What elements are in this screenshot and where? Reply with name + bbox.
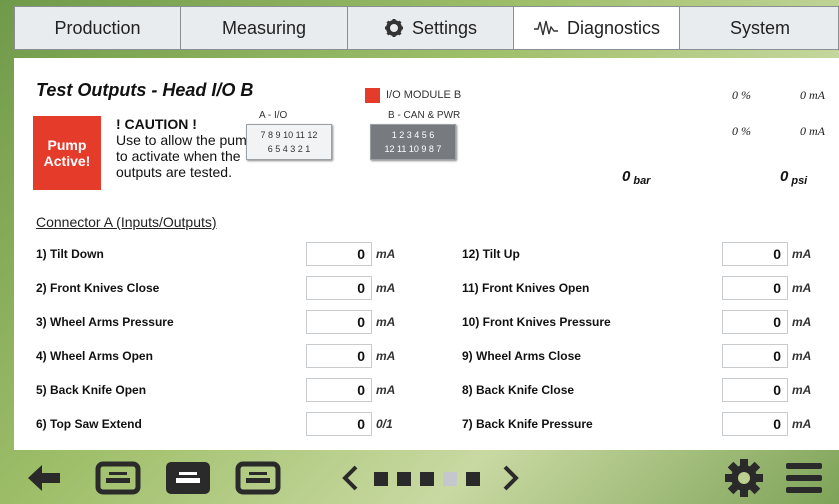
output-unit: mA	[792, 281, 812, 295]
connector-b-row: 1 2 3 4 5 6	[391, 130, 435, 140]
gear-icon	[384, 18, 404, 38]
output-unit: mA	[376, 247, 396, 261]
output-row-label: 3) Wheel Arms Pressure	[36, 315, 174, 329]
readout-percent-2: 0 %	[732, 124, 751, 138]
output-unit: mA	[792, 417, 812, 431]
pressure-psi-value: 0	[780, 168, 789, 185]
output-unit: 0/1	[376, 417, 393, 431]
tab-production[interactable]: Production	[15, 7, 181, 49]
output-row-label: 7) Back Knife Pressure	[462, 417, 593, 431]
readout-ma-2: 0 mA	[800, 124, 825, 138]
chevron-left-icon[interactable]	[339, 464, 361, 492]
output-value-field[interactable]: 0	[306, 378, 372, 402]
pump-active-button[interactable]: Pump Active!	[33, 116, 101, 190]
output-row-label: 9) Wheel Arms Close	[462, 349, 581, 363]
readout-percent-1: 0 %	[732, 88, 751, 102]
panel-3-icon[interactable]	[234, 460, 282, 496]
tab-label: Diagnostics	[566, 17, 661, 38]
output-row-label: 5) Back Knife Open	[36, 383, 147, 397]
tab-bar: Production Measuring Settings Diagnostic…	[14, 6, 839, 50]
output-row-label: 12) Tilt Up	[462, 247, 520, 261]
tab-label: Production	[54, 17, 141, 38]
tab-settings[interactable]: Settings	[348, 7, 514, 49]
tab-label: Settings	[411, 17, 478, 38]
connector-b-button[interactable]: 1 2 3 4 5 6 12 11 10 9 8 7	[370, 124, 456, 160]
readout-ma-1: 0 mA	[800, 88, 825, 102]
chevron-right-icon[interactable]	[500, 464, 522, 492]
group-a-label: A - I/O	[259, 110, 288, 121]
tab-measuring[interactable]: Measuring	[181, 7, 348, 49]
output-row-label: 11) Front Knives Open	[462, 281, 590, 295]
page-dot[interactable]	[420, 472, 434, 486]
connector-a-button[interactable]: 7 8 9 10 11 12 6 5 4 3 2 1	[246, 124, 332, 160]
output-value-field[interactable]: 0	[306, 310, 372, 334]
output-row-label: 4) Wheel Arms Open	[36, 349, 153, 363]
output-value-field[interactable]: 0	[722, 378, 788, 402]
panel-1-icon[interactable]	[94, 460, 142, 496]
connector-a-row: 6 5 4 3 2 1	[267, 144, 311, 154]
output-value-field[interactable]: 0	[722, 310, 788, 334]
tab-label: Measuring	[221, 17, 307, 38]
connector-header: Connector A (Inputs/Outputs)	[36, 214, 217, 230]
group-b-label: B - CAN & PWR	[388, 110, 461, 121]
tab-diagnostics[interactable]: Diagnostics	[514, 7, 680, 49]
page-title: Test Outputs - Head I/O B	[36, 80, 254, 100]
caution-line: Use to allow the pumps	[116, 132, 262, 148]
page-dot-active[interactable]	[443, 472, 457, 486]
output-unit: mA	[792, 247, 812, 261]
hamburger-menu-icon[interactable]	[784, 460, 824, 496]
output-row-label: 1) Tilt Down	[36, 247, 104, 261]
gear-icon[interactable]	[724, 458, 764, 498]
pressure-psi-unit: psi	[791, 175, 808, 187]
page-dot[interactable]	[466, 472, 480, 486]
output-value-field[interactable]: 0	[306, 412, 372, 436]
output-unit: mA	[376, 281, 396, 295]
tab-system[interactable]: System	[680, 7, 839, 49]
connector-a-row: 7 8 9 10 11 12	[260, 130, 318, 140]
page-dot[interactable]	[374, 472, 388, 486]
main-panel: Test Outputs - Head I/O B Pump Active! !…	[14, 58, 839, 450]
module-label: I/O MODULE B	[386, 89, 462, 101]
output-unit: mA	[792, 349, 812, 363]
pressure-bar-readout: 0 bar	[622, 168, 650, 187]
caution-line: outputs are tested.	[116, 164, 232, 180]
bottom-nav	[14, 452, 839, 504]
panel-2-icon[interactable]	[164, 460, 212, 496]
waveform-icon	[533, 19, 559, 37]
caution-line: to activate when the	[116, 148, 241, 164]
output-row-label: 8) Back Knife Close	[462, 383, 575, 397]
page-dot[interactable]	[397, 472, 411, 486]
pump-button-label: Pump Active!	[43, 137, 91, 169]
output-row-label: 2) Front Knives Close	[36, 281, 160, 295]
output-value-field[interactable]: 0	[722, 344, 788, 368]
output-value-field[interactable]: 0	[722, 412, 788, 436]
tab-label: System	[729, 17, 790, 38]
connector-b-row: 12 11 10 9 8 7	[384, 144, 442, 154]
output-row-label: 6) Top Saw Extend	[36, 417, 142, 431]
output-unit: mA	[376, 349, 396, 363]
pressure-bar-unit: bar	[633, 175, 651, 187]
module-indicator	[365, 88, 380, 103]
output-unit: mA	[376, 383, 396, 397]
pressure-bar-value: 0	[622, 168, 631, 185]
output-unit: mA	[792, 315, 812, 329]
output-value-field[interactable]: 0	[306, 344, 372, 368]
output-value-field[interactable]: 0	[722, 276, 788, 300]
pressure-psi-readout: 0 psi	[780, 168, 807, 187]
output-value-field[interactable]: 0	[306, 276, 372, 300]
caution-heading: ! CAUTION !	[116, 116, 197, 132]
output-value-field[interactable]: 0	[306, 242, 372, 266]
caution-text: ! CAUTION ! Use to allow the pumps to ac…	[116, 116, 262, 180]
back-arrow-icon[interactable]	[26, 462, 62, 494]
app-frame: Production Measuring Settings Diagnostic…	[14, 0, 839, 504]
output-value-field[interactable]: 0	[722, 242, 788, 266]
output-unit: mA	[376, 315, 396, 329]
output-row-label: 10) Front Knives Pressure	[462, 315, 611, 329]
output-unit: mA	[792, 383, 812, 397]
